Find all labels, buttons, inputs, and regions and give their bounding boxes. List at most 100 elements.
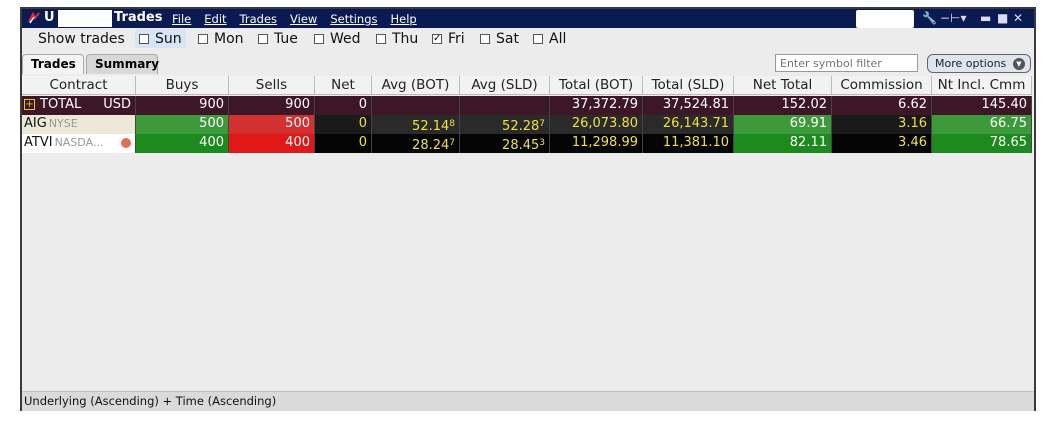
chevron-down-icon: ▼ bbox=[1013, 58, 1025, 70]
menu-help[interactable]: Help bbox=[390, 12, 416, 26]
col-header-avg-sld[interactable]: Avg (SLD) bbox=[460, 76, 550, 94]
menu-view[interactable]: View bbox=[290, 12, 317, 26]
trades-window: U Trades File Edit Trades View Settings … bbox=[20, 7, 1036, 411]
col-header-total-bot[interactable]: Total (BOT) bbox=[550, 76, 643, 94]
minimize-icon[interactable]: ▬ bbox=[980, 11, 991, 25]
checkbox-icon bbox=[480, 34, 490, 44]
avg-bot-value: 52.14 bbox=[412, 119, 450, 134]
contract-cell: ATVI NASDA... bbox=[22, 134, 136, 153]
checkbox-icon bbox=[533, 34, 543, 44]
menu-trades[interactable]: Trades bbox=[240, 12, 277, 26]
symbol-filter-input[interactable] bbox=[775, 54, 918, 72]
checkbox-icon bbox=[258, 34, 268, 44]
col-header-commission[interactable]: Commission bbox=[832, 76, 932, 94]
total-sld-cell: 11,381.10 bbox=[643, 134, 734, 153]
avg-bot-fraction: 7 bbox=[449, 138, 455, 148]
total-bot-cell: 26,073.80 bbox=[550, 115, 643, 134]
day-label: Fri bbox=[448, 31, 465, 47]
exchange-label: NASDA... bbox=[54, 136, 104, 149]
day-checkbox-tue[interactable]: Tue bbox=[258, 31, 298, 47]
total-bot-cell: 37,372.79 bbox=[550, 96, 643, 115]
day-checkbox-thu[interactable]: Thu bbox=[376, 31, 418, 47]
avg-sld-value: 28.45 bbox=[502, 138, 540, 153]
show-trades-bar: Show trades Sun Mon Tue Wed Thu ✓ Fri Sat… bbox=[22, 28, 1034, 50]
avg-bot-cell: 28.247 bbox=[372, 134, 460, 153]
menu-settings[interactable]: Settings bbox=[330, 12, 377, 26]
avg-sld-fraction: 3 bbox=[539, 138, 545, 148]
contract-cell: AIG NYSE bbox=[22, 115, 136, 134]
menu-file[interactable]: File bbox=[172, 12, 191, 26]
checkbox-icon bbox=[139, 33, 149, 44]
wrench-icon[interactable]: 🔧 bbox=[922, 11, 937, 25]
stop-indicator-icon bbox=[120, 137, 132, 149]
col-header-nt-incl-cmm[interactable]: Nt Incl. Cmm bbox=[932, 76, 1032, 94]
sells-cell: 500 bbox=[229, 115, 315, 134]
day-checkbox-fri[interactable]: ✓ Fri bbox=[432, 31, 465, 47]
table-row-total[interactable]: + TOTAL USD 900 900 0 37,372.79 37,524.81 … bbox=[22, 96, 1032, 115]
col-header-total-sld[interactable]: Total (SLD) bbox=[643, 76, 734, 94]
net-total-cell: 69.91 bbox=[734, 115, 832, 134]
checkmark-icon: ✓ bbox=[432, 33, 442, 44]
checkbox-icon bbox=[198, 34, 208, 44]
day-label: Thu bbox=[392, 31, 419, 47]
sells-cell: 400 bbox=[229, 134, 315, 153]
col-header-avg-bot[interactable]: Avg (BOT) bbox=[372, 76, 460, 94]
avg-sld-cell: 52.287 bbox=[460, 115, 550, 134]
day-label: Tue bbox=[274, 31, 298, 47]
currency-label: USD bbox=[103, 97, 131, 112]
day-checkbox-all[interactable]: All bbox=[533, 31, 566, 47]
total-bot-cell: 11,298.99 bbox=[550, 134, 643, 153]
avg-sld-fraction: 7 bbox=[539, 119, 545, 129]
sort-status-bar: Underlying (Ascending) + Time (Ascending… bbox=[22, 391, 1034, 411]
avg-sld-cell bbox=[460, 96, 550, 115]
tab-summary[interactable]: Summary bbox=[86, 54, 159, 74]
more-options-button[interactable]: More options ▼ bbox=[927, 54, 1031, 73]
checkbox-icon bbox=[314, 34, 324, 44]
menu-edit[interactable]: Edit bbox=[204, 12, 226, 26]
col-header-contract[interactable]: Contract bbox=[22, 76, 136, 94]
day-checkbox-sun[interactable]: Sun bbox=[135, 29, 186, 48]
commission-cell: 3.46 bbox=[832, 134, 932, 153]
title-bar: U Trades File Edit Trades View Settings … bbox=[22, 9, 1034, 28]
close-icon[interactable]: ✕ bbox=[1013, 11, 1023, 25]
day-checkbox-wed[interactable]: Wed bbox=[314, 31, 361, 47]
day-checkbox-mon[interactable]: Mon bbox=[198, 31, 244, 47]
tab-trades[interactable]: Trades bbox=[22, 54, 84, 74]
checkbox-icon bbox=[376, 34, 386, 44]
avg-sld-cell: 28.453 bbox=[460, 134, 550, 153]
total-label: TOTAL bbox=[40, 97, 82, 112]
buys-cell: 900 bbox=[136, 96, 229, 115]
col-header-net-total[interactable]: Net Total bbox=[734, 76, 832, 94]
link-chain-icon[interactable]: −⊢▾ bbox=[940, 11, 967, 25]
net-cell: 0 bbox=[315, 134, 372, 153]
net-cell: 0 bbox=[315, 115, 372, 134]
expand-plus-icon[interactable]: + bbox=[24, 99, 35, 110]
nt-incl-cmm-cell: 145.40 bbox=[932, 96, 1032, 115]
symbol-label: AIG bbox=[24, 116, 47, 131]
commission-cell: 6.62 bbox=[832, 96, 932, 115]
net-total-cell: 152.02 bbox=[734, 96, 832, 115]
trades-summary-table: Contract Buys Sells Net Avg (BOT) Avg (S… bbox=[22, 76, 1034, 391]
total-sld-cell: 26,143.71 bbox=[643, 115, 734, 134]
commission-cell: 3.16 bbox=[832, 115, 932, 134]
col-header-net[interactable]: Net bbox=[315, 76, 372, 94]
more-options-label: More options bbox=[935, 57, 1007, 70]
table-header: Contract Buys Sells Net Avg (BOT) Avg (S… bbox=[22, 76, 1032, 95]
avg-sld-value: 52.28 bbox=[502, 119, 540, 134]
app-logo-icon bbox=[28, 12, 40, 24]
day-label: Sat bbox=[496, 31, 519, 47]
col-header-buys[interactable]: Buys bbox=[136, 76, 229, 94]
table-row-atvi[interactable]: ATVI NASDA... 400 400 0 28.247 28.453 11,… bbox=[22, 134, 1032, 153]
col-header-sells[interactable]: Sells bbox=[229, 76, 315, 94]
buys-cell: 400 bbox=[136, 134, 229, 153]
avg-bot-cell: 52.148 bbox=[372, 115, 460, 134]
day-checkbox-sat[interactable]: Sat bbox=[480, 31, 519, 47]
avg-bot-fraction: 8 bbox=[449, 119, 455, 129]
table-row-aig[interactable]: AIG NYSE 500 500 0 52.148 52.287 26,073.8… bbox=[22, 115, 1032, 134]
net-cell: 0 bbox=[315, 96, 372, 115]
day-label: Wed bbox=[330, 31, 361, 47]
nt-incl-cmm-cell: 66.75 bbox=[932, 115, 1032, 134]
net-total-cell: 82.11 bbox=[734, 134, 832, 153]
user-initial: U bbox=[44, 10, 55, 25]
maximize-icon[interactable]: ■ bbox=[997, 11, 1008, 25]
